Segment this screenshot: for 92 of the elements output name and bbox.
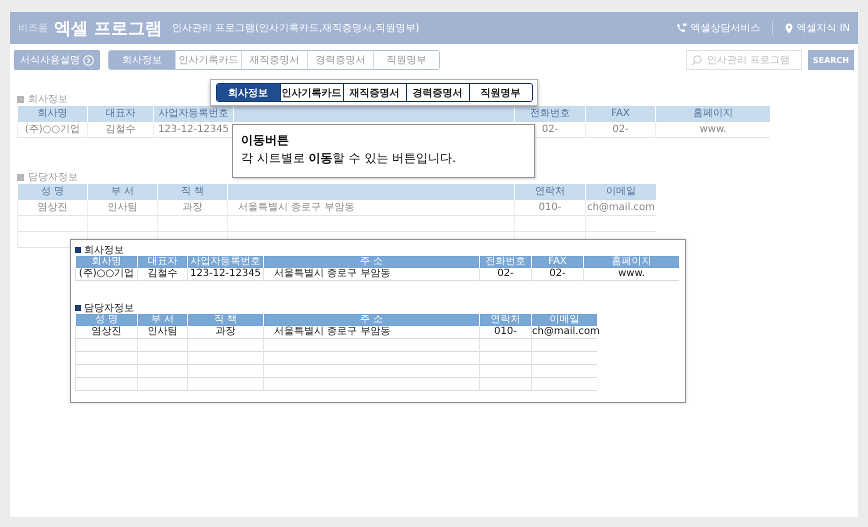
search-button[interactable]: SEARCH (808, 50, 854, 70)
empty-cell (531, 352, 597, 365)
column-header: 주 소 (263, 314, 479, 326)
empty-cell (531, 365, 597, 378)
column-header: 회사명 (75, 256, 137, 268)
column-header: 직 책 (187, 314, 263, 326)
column-header: 홈페이지 (655, 106, 770, 122)
empty-cell (75, 339, 137, 352)
table-cell: 02- (585, 122, 655, 138)
guide-button[interactable]: 서식사용설명 (14, 50, 100, 70)
table-cell: ch@mail.com (531, 326, 597, 339)
table-cell: 서울특별시 종로구 부암동 (227, 200, 514, 216)
empty-cell (17, 216, 87, 232)
empty-cell (479, 352, 531, 365)
table-cell: 과장 (157, 200, 227, 216)
header-link[interactable]: 엑셀지식 IN (785, 21, 850, 35)
empty-cell (531, 378, 597, 391)
tab[interactable]: 회사정보 (216, 84, 280, 101)
phone-icon (676, 23, 688, 33)
empty-cell (75, 378, 137, 391)
brand-label: 비즈폼 (18, 22, 48, 35)
header-link[interactable]: 엑셀상담서비스 (676, 21, 760, 35)
column-header: 연락처 (514, 184, 585, 200)
pin-icon (785, 22, 794, 34)
tab[interactable]: 인사기록카드 (280, 84, 342, 101)
square-icon (17, 96, 24, 102)
empty-cell (75, 352, 137, 365)
app-title: 엑셀 프로그램 (54, 18, 162, 40)
search-field[interactable]: 인사관리 프로그램 (686, 50, 802, 70)
search-icon (690, 55, 702, 66)
column-header: 전화번호 (514, 106, 585, 122)
tab[interactable]: 인사기록카드 (175, 51, 241, 69)
table-cell: 010- (514, 200, 585, 216)
tab[interactable]: 직원명부 (373, 51, 439, 69)
column-header: 대표자 (87, 106, 153, 122)
empty-cell (137, 365, 187, 378)
arrow-circle-icon (83, 54, 94, 66)
section-title: 담당자정보 (28, 171, 78, 184)
column-header: 직 책 (157, 184, 227, 200)
column-header: 부 서 (137, 314, 187, 326)
callout-title: 이동버튼 (241, 132, 290, 149)
table-cell: 인사팀 (137, 326, 187, 339)
table-cell: ch@mail.com (585, 200, 656, 216)
empty-cell (479, 378, 531, 391)
column-header: 성 명 (75, 314, 137, 326)
column-header: 성 명 (17, 184, 87, 200)
column-header: 사업자등록번호 (153, 106, 233, 122)
app-subtitle: 인사관리 프로그램(인사기록카드,재직증명서,직원명부) (172, 22, 420, 35)
table-cell: (주)○○기업 (17, 122, 87, 138)
empty-cell (479, 365, 531, 378)
table-cell: 02- (531, 268, 583, 281)
section-title: 회사정보 (28, 93, 68, 106)
column-header: 홈페이지 (583, 256, 679, 268)
column-header: 이메일 (585, 184, 656, 200)
square-icon (75, 304, 81, 310)
table-cell: 염상진 (75, 326, 137, 339)
column-header: 부 서 (87, 184, 157, 200)
empty-cell (137, 339, 187, 352)
column-header: FAX (585, 106, 655, 122)
tab[interactable]: 직원명부 (468, 84, 532, 101)
tab[interactable]: 회사정보 (109, 51, 175, 69)
column-header: 대표자 (137, 256, 187, 268)
empty-cell (137, 352, 187, 365)
section-title: 담당자정보 (84, 302, 134, 314)
table-cell: 123-12-12345 (187, 268, 263, 281)
table-cell: 서울특별시 종로구 부암동 (263, 268, 479, 281)
table-cell: (주)○○기업 (75, 268, 137, 281)
table-cell: 010- (479, 326, 531, 339)
column-header: 주 소 (263, 256, 479, 268)
column-header: 회사명 (17, 106, 87, 122)
column-header: 연락처 (479, 314, 531, 326)
square-icon (17, 174, 24, 180)
section-title: 회사정보 (84, 244, 124, 256)
table-cell: 과장 (187, 326, 263, 339)
table-cell: www. (655, 122, 770, 138)
empty-cell (479, 339, 531, 352)
callout-text: 각 시트별로 이동할 수 있는 버튼입니다. (241, 150, 457, 167)
table-cell: 김철수 (137, 268, 187, 281)
empty-cell (531, 339, 597, 352)
empty-cell (137, 378, 187, 391)
table-cell: 인사팀 (87, 200, 157, 216)
column-header: 전화번호 (479, 256, 531, 268)
table-cell: 02- (479, 268, 531, 281)
table-cell: 김철수 (87, 122, 153, 138)
column-header: 사업자등록번호 (187, 256, 263, 268)
empty-cell (75, 365, 137, 378)
square-icon (75, 246, 81, 252)
column-header: 이메일 (531, 314, 597, 326)
table-cell: www. (583, 268, 679, 281)
column-header: FAX (531, 256, 583, 268)
table-cell: 염상진 (17, 200, 87, 216)
table-cell: 서울특별시 종로구 부암동 (263, 326, 479, 339)
